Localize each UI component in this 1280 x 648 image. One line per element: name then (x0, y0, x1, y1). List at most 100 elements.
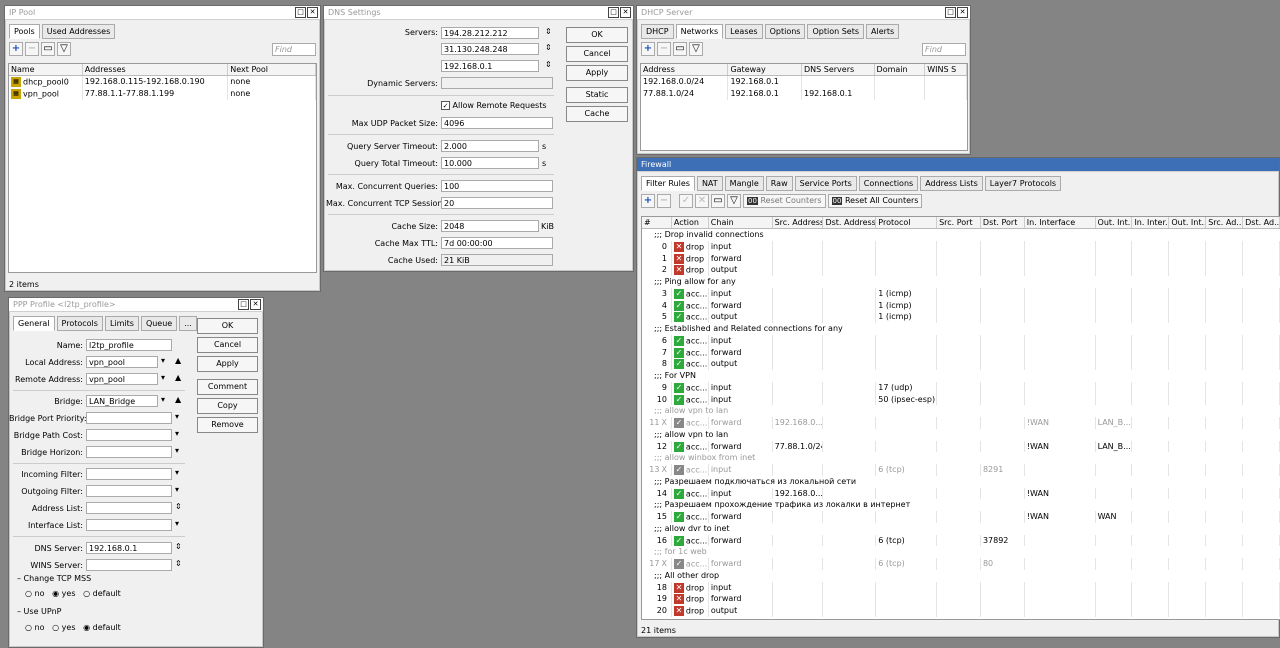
reset-counters-button[interactable]: 00 Reset Counters (743, 194, 826, 208)
tab-service-ports[interactable]: Service Ports (794, 176, 857, 191)
table-row[interactable]: 9 ✓ acc... input 17 (udp) (642, 381, 1280, 394)
comment-icon[interactable]: ▭ (711, 194, 725, 208)
dropdown-icon[interactable]: ▾ (161, 356, 165, 365)
firewall-titlebar[interactable]: Firewall (637, 158, 1279, 172)
ip-pool-titlebar[interactable]: IP Pool □ ✕ (5, 6, 320, 20)
column-header[interactable]: Name (9, 64, 83, 75)
tab-alerts[interactable]: Alerts (866, 24, 900, 39)
close-button[interactable]: ✕ (620, 7, 631, 18)
dhcp-titlebar[interactable]: DHCP Server □ ✕ (637, 6, 970, 20)
dropdown-icon[interactable]: ▾ (161, 373, 165, 382)
remove-icon[interactable]: − (25, 42, 39, 56)
table-row[interactable]: ▦ vpn_pool 77.88.1.1-77.88.1.199 none (9, 87, 316, 100)
apply-button[interactable]: Apply (566, 65, 628, 81)
ok-button[interactable]: OK (197, 318, 258, 334)
updown-icon[interactable]: ⇕ (545, 27, 552, 36)
remove-icon[interactable]: − (657, 42, 671, 56)
column-header[interactable]: Action (672, 217, 709, 228)
maximize-button[interactable]: □ (238, 299, 249, 310)
table-row[interactable]: 15 ✓ acc... forward !WAN WAN (642, 511, 1280, 523)
table-row[interactable]: 20 ✕ drop output (642, 605, 1280, 617)
column-header[interactable]: Src. Address (773, 217, 824, 228)
comment-button[interactable]: Comment (197, 379, 258, 395)
tab-nat[interactable]: NAT (696, 176, 723, 191)
column-header[interactable]: Protocol (876, 217, 938, 228)
cancel-button[interactable]: Cancel (197, 337, 258, 353)
column-header[interactable]: Dst. Ad... (1243, 217, 1280, 228)
add-icon[interactable]: + (641, 42, 655, 56)
max-concurrent-queries-field[interactable]: 100 (441, 180, 553, 192)
allow-remote-checkbox[interactable]: ✓ Allow Remote Requests (441, 101, 547, 110)
interface-list-field[interactable] (86, 519, 172, 531)
collapse-icon[interactable]: ▲ (175, 395, 181, 404)
max-concurrent-tcp-field[interactable]: 20 (441, 197, 553, 209)
tab-address-lists[interactable]: Address Lists (920, 176, 983, 191)
dns-server-field[interactable]: 192.168.0.1 (86, 542, 172, 554)
tab-filter-rules[interactable]: Filter Rules (641, 176, 695, 191)
rule-comment[interactable]: ;;; For VPN (642, 370, 1280, 382)
column-header[interactable]: Dst. Address (823, 217, 877, 228)
dropdown-icon[interactable]: ▾ (175, 412, 179, 421)
table-row[interactable]: 18 ✕ drop input (642, 581, 1280, 594)
dropdown-icon[interactable]: ▾ (175, 446, 179, 455)
column-header[interactable]: Out. Int... (1169, 217, 1207, 228)
tab-dhcp[interactable]: DHCP (641, 24, 674, 39)
address-list-field[interactable] (86, 502, 172, 514)
rule-comment[interactable]: ;;; for 1c web (642, 546, 1280, 558)
cache-max-ttl-field[interactable]: 7d 00:00:00 (441, 237, 553, 249)
close-button[interactable]: ✕ (250, 299, 261, 310)
updown-icon[interactable]: ⇕ (175, 559, 182, 568)
outgoing-filter-field[interactable] (86, 485, 172, 497)
rule-comment[interactable]: ;;; All other drop (642, 570, 1280, 582)
add-icon[interactable]: + (9, 42, 23, 56)
dropdown-icon[interactable]: ▾ (175, 468, 179, 477)
collapse-icon[interactable]: ▲ (175, 373, 181, 382)
updown-icon[interactable]: ⇕ (545, 43, 552, 52)
table-row[interactable]: 2 ✕ drop output (642, 264, 1280, 276)
cancel-button[interactable]: Cancel (566, 46, 628, 62)
column-header[interactable]: Dst. Port (981, 217, 1025, 228)
updown-icon[interactable]: ⇕ (545, 60, 552, 69)
apply-button[interactable]: Apply (197, 356, 258, 372)
tab-raw[interactable]: Raw (765, 176, 793, 191)
query-server-timeout-field[interactable]: 2.000 (441, 140, 539, 152)
remove-icon[interactable]: − (657, 194, 671, 208)
disable-icon[interactable]: ✕ (695, 194, 709, 208)
radio-yes[interactable]: ○ yes (52, 623, 75, 632)
rule-comment[interactable]: ;;; Ping allow for any (642, 276, 1280, 288)
filter-icon[interactable]: ▽ (57, 42, 71, 56)
cache-size-field[interactable]: 2048 (441, 220, 539, 232)
column-header[interactable]: Next Pool (228, 64, 316, 75)
table-row[interactable]: 12 ✓ acc... forward 77.88.1.0/24 !WAN LAN_B... (642, 440, 1280, 453)
rule-comment[interactable]: ;;; Разрешаем подключаться из локальной … (642, 476, 1280, 488)
add-icon[interactable]: + (641, 194, 655, 208)
column-header[interactable]: WINS S (925, 64, 967, 75)
rule-comment[interactable]: ;;; allow winbox from inet (642, 452, 1280, 464)
comment-icon[interactable]: ▭ (673, 42, 687, 56)
close-button[interactable]: ✕ (957, 7, 968, 18)
maximize-button[interactable]: □ (945, 7, 956, 18)
updown-icon[interactable]: ⇕ (175, 502, 182, 511)
dropdown-icon[interactable]: ▾ (175, 485, 179, 494)
tab-pools[interactable]: Pools (9, 24, 40, 39)
radio-no[interactable]: ○ no (25, 623, 45, 632)
table-row[interactable]: 14 ✓ acc... input 192.168.0.... !WAN (642, 487, 1280, 500)
filter-icon[interactable]: ▽ (727, 194, 741, 208)
remote-address-field[interactable]: vpn_pool (86, 373, 158, 385)
copy-button[interactable]: Copy (197, 398, 258, 414)
tab-option-sets[interactable]: Option Sets (807, 24, 864, 39)
cache-button[interactable]: Cache (566, 106, 628, 122)
column-header[interactable]: Src. Ad... (1206, 217, 1244, 228)
query-total-timeout-field[interactable]: 10.000 (441, 157, 539, 169)
tab-leases[interactable]: Leases (725, 24, 763, 39)
close-button[interactable]: ✕ (307, 7, 318, 18)
column-header[interactable]: Addresses (83, 64, 229, 75)
tab-more[interactable]: ... (179, 316, 197, 331)
table-row[interactable]: 1 ✕ drop forward (642, 252, 1280, 265)
column-header[interactable]: In. Inter... (1132, 217, 1170, 228)
find-input[interactable]: Find (272, 42, 316, 56)
server-3-field[interactable]: 192.168.0.1 (441, 60, 539, 72)
table-row[interactable]: 17 X ✓ acc... forward 6 (tcp) 80 (642, 558, 1280, 570)
radio-yes[interactable]: ◉ yes (52, 589, 75, 598)
tab-networks[interactable]: Networks (675, 24, 724, 39)
